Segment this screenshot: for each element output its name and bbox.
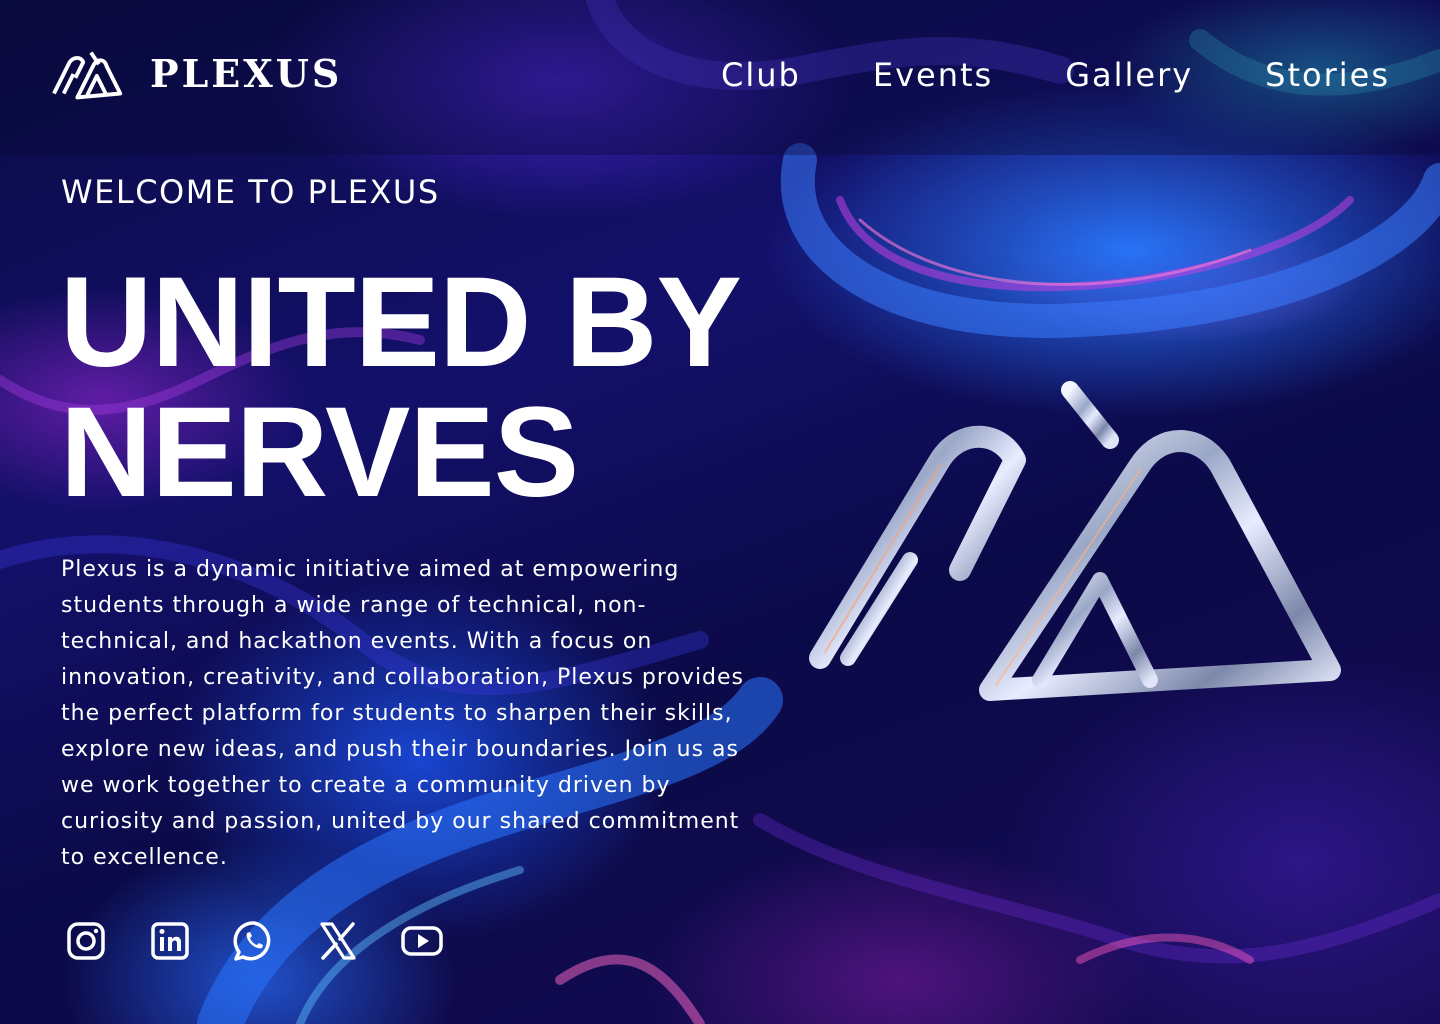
hero-eyebrow: WELCOME TO PLEXUS: [61, 173, 440, 211]
x-icon: [320, 922, 356, 960]
headline-line-2: NERVES: [60, 381, 579, 524]
headline-line-1: UNITED BY: [60, 251, 742, 394]
plexus-3d-emblem: [809, 381, 1341, 701]
nav-stories[interactable]: Stories: [1265, 52, 1390, 98]
nav-events[interactable]: Events: [873, 52, 993, 98]
main-nav: Club Events Gallery Stories: [721, 52, 1390, 98]
whatsapp-icon: [233, 921, 271, 961]
social-links: [64, 918, 444, 964]
nav-club[interactable]: Club: [721, 52, 801, 98]
instagram-icon: [67, 922, 105, 960]
linkedin-icon: [151, 922, 189, 960]
x-link[interactable]: [316, 918, 360, 964]
logo[interactable]: PLEXUS: [52, 48, 342, 100]
youtube-link[interactable]: [400, 918, 444, 964]
instagram-link[interactable]: [64, 918, 108, 964]
youtube-icon: [401, 926, 443, 956]
brand-name: PLEXUS: [150, 51, 343, 96]
nav-gallery[interactable]: Gallery: [1065, 52, 1193, 98]
top-header: PLEXUS Club Events Gallery Stories: [0, 0, 1440, 155]
hero-headline: UNITED BY NERVES: [60, 251, 742, 524]
whatsapp-link[interactable]: [232, 918, 276, 964]
hero-description: Plexus is a dynamic initiative aimed at …: [61, 557, 745, 870]
linkedin-link[interactable]: [148, 918, 192, 964]
plexus-logo-icon: [52, 51, 123, 100]
